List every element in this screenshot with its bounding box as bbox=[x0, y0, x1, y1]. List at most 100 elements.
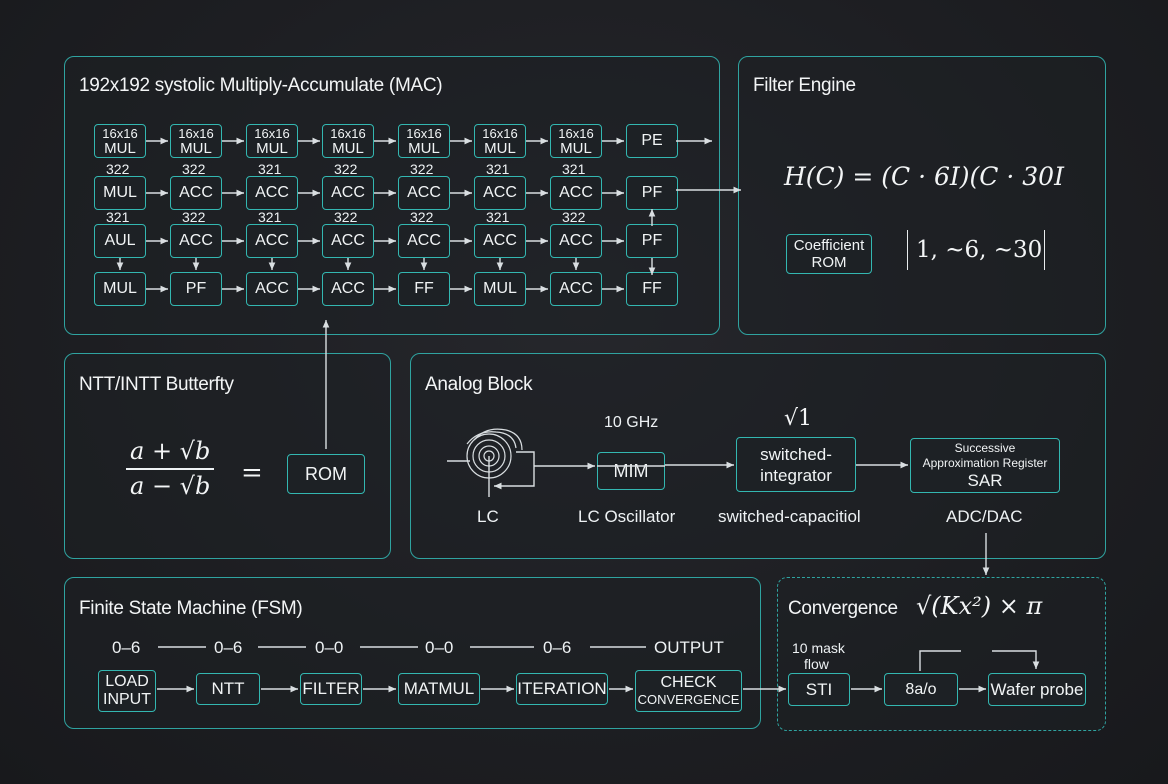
mac-cell-r2-c3[interactable]: ACC bbox=[246, 176, 298, 210]
mac-cell-r3-c8[interactable]: PF bbox=[626, 224, 678, 258]
mac-cell-r2-c7[interactable]: ACC bbox=[550, 176, 602, 210]
mac-cell-r4-c4[interactable]: ACC bbox=[322, 272, 374, 306]
mac-cell-op: ACC bbox=[255, 280, 289, 297]
mac-cell-size: 16x16 bbox=[406, 126, 442, 141]
mac-cell-r3-c4[interactable]: ACC bbox=[322, 224, 374, 258]
sar-line-3: SAR bbox=[967, 471, 1003, 490]
sar-box[interactable]: Successive Approximation Register SAR bbox=[910, 438, 1060, 493]
mac-cell-index: 321 bbox=[486, 161, 510, 177]
mac-cell-index: 322 bbox=[410, 209, 434, 225]
ntt-rom-box[interactable]: ROM bbox=[287, 454, 365, 494]
mac-cell-index: 321 bbox=[258, 161, 282, 177]
mac-cell-op: FF bbox=[642, 280, 662, 297]
mask-label-2: flow bbox=[804, 656, 829, 672]
mac-cell-r1-c5[interactable]: 16x16 MUL bbox=[398, 124, 450, 158]
mac-cell-r3-c7[interactable]: ACC bbox=[550, 224, 602, 258]
mac-cell-r3-c1[interactable]: AUL bbox=[94, 224, 146, 258]
mac-cell-r1-c7[interactable]: 16x16 MUL bbox=[550, 124, 602, 158]
mac-cell-size: 16x16 bbox=[254, 126, 290, 141]
mac-cell-r2-c1[interactable]: MUL bbox=[94, 176, 146, 210]
convergence-title: Convergence bbox=[788, 598, 898, 619]
mac-panel: 192x192 systolic Multiply-Accumulate (MA… bbox=[64, 56, 720, 335]
sar-line-1: Successive bbox=[954, 441, 1016, 455]
mac-cell-r2-c5[interactable]: ACC bbox=[398, 176, 450, 210]
mac-cell-op: MUL bbox=[408, 140, 440, 157]
coefficient-vector-values: 1, ~6, ~30 bbox=[916, 237, 1043, 263]
sar-line-2: Approximation Register bbox=[922, 456, 1048, 470]
mac-cell-r3-c5[interactable]: ACC bbox=[398, 224, 450, 258]
mac-cell-r4-c3[interactable]: ACC bbox=[246, 272, 298, 306]
mac-cell-r3-c3[interactable]: ACC bbox=[246, 224, 298, 258]
mac-cell-op: MUL bbox=[256, 140, 288, 157]
mac-cell-op: MUL bbox=[560, 140, 592, 157]
mac-cell-r4-c8[interactable]: FF bbox=[626, 272, 678, 306]
matmul-state[interactable]: MATMUL bbox=[398, 673, 480, 705]
iteration-state[interactable]: ITERATION bbox=[516, 673, 608, 705]
mim-box[interactable]: MIM bbox=[597, 452, 665, 490]
mac-cell-r1-c6[interactable]: 16x16 MUL bbox=[474, 124, 526, 158]
mac-cell-op: MUL bbox=[103, 280, 137, 297]
coefficient-rom-box[interactable]: Coefficient ROM bbox=[786, 234, 872, 274]
filter-engine-panel: Filter Engine bbox=[738, 56, 1106, 335]
mac-cell-r2-c6[interactable]: ACC bbox=[474, 176, 526, 210]
8ao-step[interactable]: 8a/o bbox=[884, 673, 958, 706]
mac-cell-size: 16x16 bbox=[178, 126, 214, 141]
mac-cell-r3-c6[interactable]: ACC bbox=[474, 224, 526, 258]
freq-label: 10 GHz bbox=[604, 414, 659, 431]
mac-cell-op: MUL bbox=[484, 140, 516, 157]
mac-cell-r4-c5[interactable]: FF bbox=[398, 272, 450, 306]
mac-cell-r2-c8[interactable]: PF bbox=[626, 176, 678, 210]
mac-cell-r3-c2[interactable]: ACC bbox=[170, 224, 222, 258]
mac-cell-r4-c7[interactable]: ACC bbox=[550, 272, 602, 306]
mac-cell-r1-c3[interactable]: 16x16 MUL bbox=[246, 124, 298, 158]
mac-cell-op: PF bbox=[185, 280, 207, 297]
check-convergence-state[interactable]: CHECK CONVERGENCE bbox=[635, 670, 742, 712]
convergence-formula: √(Kx²) × π bbox=[916, 592, 1043, 620]
mac-cell-size: 16x16 bbox=[482, 126, 518, 141]
integrator-line-1: switched- bbox=[760, 444, 832, 464]
check-label: CHECK bbox=[660, 674, 717, 691]
mac-cell-r1-c8[interactable]: PE bbox=[626, 124, 678, 158]
mac-cell-op: ACC bbox=[483, 184, 517, 201]
ntt-denominator: a − √b bbox=[130, 472, 211, 500]
mac-cell-op: ACC bbox=[407, 184, 441, 201]
input-label: INPUT bbox=[103, 691, 151, 708]
mac-cell-op: ACC bbox=[255, 232, 289, 249]
mac-cell-op: ACC bbox=[331, 184, 365, 201]
load-input-state[interactable]: LOAD INPUT bbox=[98, 670, 156, 712]
mac-cell-r2-c2[interactable]: ACC bbox=[170, 176, 222, 210]
mac-cell-op: MUL bbox=[483, 280, 517, 297]
mac-cell-op: PF bbox=[641, 232, 663, 249]
mac-cell-r1-c4[interactable]: 16x16 MUL bbox=[322, 124, 374, 158]
filter-equation: H(C) = (C · 6I)(C · 30I bbox=[784, 162, 1064, 191]
mac-cell-op: FF bbox=[414, 280, 434, 297]
mac-cell-op: ACC bbox=[331, 280, 365, 297]
switched-integrator-box[interactable]: switched- integrator bbox=[736, 437, 856, 492]
mac-cell-index: 322 bbox=[182, 209, 206, 225]
mac-cell-op: MUL bbox=[180, 140, 212, 157]
ntt-fraction-bar bbox=[126, 468, 214, 470]
mask-label-1: 10 mask bbox=[792, 640, 845, 656]
mac-cell-r1-c1[interactable]: 16x16 MUL bbox=[94, 124, 146, 158]
mac-cell-r4-c1[interactable]: MUL bbox=[94, 272, 146, 306]
mac-cell-r4-c2[interactable]: PF bbox=[170, 272, 222, 306]
mac-cell-op: ACC bbox=[483, 232, 517, 249]
wafer-probe-step[interactable]: Wafer probe bbox=[988, 673, 1086, 706]
mac-cell-index: 321 bbox=[106, 209, 130, 225]
mac-cell-op: ACC bbox=[559, 280, 593, 297]
filter-state[interactable]: FILTER bbox=[300, 673, 362, 705]
coefficient-vector: 1, ~6, ~30 bbox=[907, 230, 1045, 270]
mac-cell-r4-c6[interactable]: MUL bbox=[474, 272, 526, 306]
analog-title: Analog Block bbox=[425, 374, 533, 395]
mac-cell-r2-c4[interactable]: ACC bbox=[322, 176, 374, 210]
sqrt-label: √1 bbox=[784, 406, 813, 431]
ntt-state[interactable]: NTT bbox=[196, 673, 260, 705]
mac-cell-op: MUL bbox=[103, 184, 137, 201]
sti-step[interactable]: STI bbox=[788, 673, 850, 706]
fsm-title: Finite State Machine (FSM) bbox=[79, 598, 303, 619]
fsm-range-3: 0–0 bbox=[315, 638, 344, 657]
mac-cell-r1-c2[interactable]: 16x16 MUL bbox=[170, 124, 222, 158]
mac-cell-op: ACC bbox=[179, 232, 213, 249]
mac-cell-index: 322 bbox=[410, 161, 434, 177]
fsm-range-1: 0–6 bbox=[112, 638, 141, 657]
